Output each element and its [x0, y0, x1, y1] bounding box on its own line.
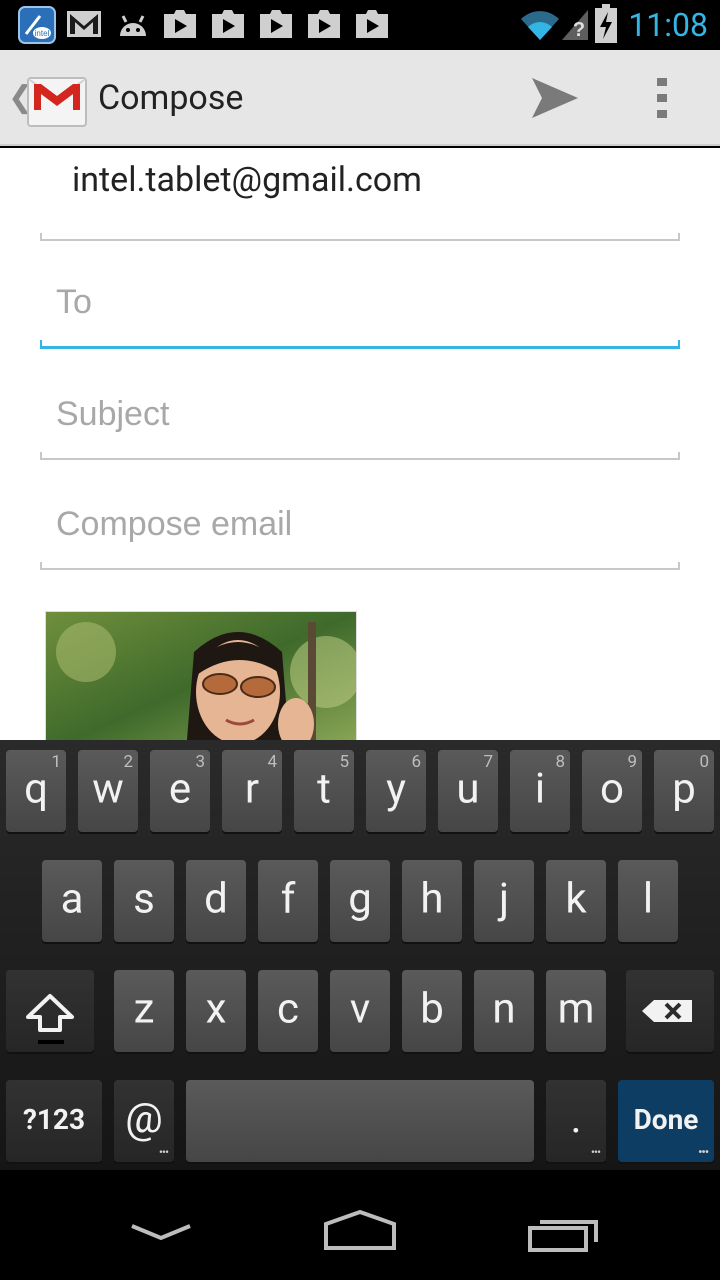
key-label: a	[60, 874, 84, 924]
key[interactable]: b	[402, 970, 462, 1052]
key[interactable]: r4	[222, 750, 282, 832]
action-bar: ❮ Compose	[0, 50, 720, 146]
play-store-icon	[164, 10, 196, 38]
space-key[interactable]	[186, 1080, 534, 1162]
navigation-bar	[0, 1170, 720, 1280]
status-time: 11:08	[628, 6, 708, 44]
photo-thumbnail	[46, 612, 356, 740]
key-hint: 9	[627, 752, 637, 772]
send-icon[interactable]	[520, 70, 590, 126]
key[interactable]: o9	[582, 750, 642, 832]
battery-charging-icon	[595, 4, 617, 43]
key-label: g	[348, 874, 372, 924]
key[interactable]: s	[114, 860, 174, 942]
backspace-key[interactable]	[626, 970, 714, 1052]
soft-keyboard: ?123 @ ••• . ••• Done ••• q1w2e3r4t5y6u7…	[0, 740, 720, 1170]
gmail-envelope-icon[interactable]	[26, 70, 88, 128]
key[interactable]: g	[330, 860, 390, 942]
key[interactable]: w2	[78, 750, 138, 832]
body-field[interactable]	[56, 500, 656, 548]
key-hint: 8	[555, 752, 565, 772]
key-label: k	[565, 874, 587, 924]
back-icon[interactable]	[126, 1216, 196, 1246]
key[interactable]: x	[186, 970, 246, 1052]
key-label: m	[557, 984, 595, 1034]
done-key[interactable]: Done •••	[618, 1080, 714, 1162]
at-key[interactable]: @ •••	[114, 1080, 174, 1162]
recents-icon[interactable]	[524, 1210, 604, 1256]
page-title: Compose	[98, 78, 244, 118]
android-icon	[120, 15, 146, 36]
play-store-icon	[212, 10, 244, 38]
shift-key[interactable]	[6, 970, 94, 1052]
key[interactable]: u7	[438, 750, 498, 832]
key-hint: 7	[483, 752, 493, 772]
backspace-icon	[642, 1000, 692, 1022]
key-label: f	[280, 874, 296, 924]
play-store-icon	[308, 10, 340, 38]
key[interactable]: n	[474, 970, 534, 1052]
key-label: l	[642, 874, 654, 924]
key-hint: 2	[123, 752, 133, 772]
photo-attachment[interactable]	[45, 611, 357, 740]
key-label: h	[420, 874, 444, 924]
to-field-underline	[40, 340, 680, 349]
subject-field-underline	[40, 452, 680, 460]
to-field[interactable]	[56, 278, 656, 326]
key-hint: 0	[699, 752, 709, 772]
play-store-icon	[356, 10, 388, 38]
key[interactable]: i8	[510, 750, 570, 832]
play-store-icon	[260, 10, 292, 38]
overflow-menu-icon[interactable]	[640, 70, 686, 126]
gmail-icon	[67, 11, 101, 37]
shift-icon	[26, 994, 74, 1044]
key-label: c	[277, 984, 299, 1034]
key[interactable]: d	[186, 860, 246, 942]
signal-unknown-icon: ?	[562, 10, 588, 41]
key-label: v	[349, 984, 371, 1034]
key-label: n	[492, 984, 516, 1034]
key-label: b	[420, 984, 444, 1034]
key-hint: 3	[195, 752, 205, 772]
key-hint: 5	[339, 752, 349, 772]
compose-form: intel.tablet@gmail.com	[0, 148, 720, 740]
key[interactable]: v	[330, 970, 390, 1052]
key-hint: 1	[51, 752, 61, 772]
home-icon[interactable]	[318, 1208, 402, 1254]
wifi-icon	[521, 11, 559, 40]
key[interactable]: a	[42, 860, 102, 942]
key[interactable]: m	[546, 970, 606, 1052]
intel-app-icon: intel	[18, 6, 56, 44]
key-label: z	[133, 984, 155, 1034]
key[interactable]: j	[474, 860, 534, 942]
key[interactable]: y6	[366, 750, 426, 832]
period-key[interactable]: . •••	[546, 1080, 606, 1162]
key[interactable]: h	[402, 860, 462, 942]
key[interactable]: f	[258, 860, 318, 942]
svg-text:?: ?	[573, 19, 585, 41]
key[interactable]: t5	[294, 750, 354, 832]
key[interactable]: l	[618, 860, 678, 942]
body-field-underline	[40, 562, 680, 570]
key[interactable]: e3	[150, 750, 210, 832]
key[interactable]: p0	[654, 750, 714, 832]
key-hint: 6	[411, 752, 421, 772]
status-bar: intel ? 11:08	[0, 0, 720, 50]
key[interactable]: c	[258, 970, 318, 1052]
subject-field[interactable]	[56, 390, 656, 438]
from-account[interactable]: intel.tablet@gmail.com	[72, 160, 422, 200]
key-hint: 4	[267, 752, 277, 772]
key-label: d	[204, 874, 228, 924]
key[interactable]: z	[114, 970, 174, 1052]
key[interactable]: q1	[6, 750, 66, 832]
svg-text:intel: intel	[35, 29, 50, 38]
key-label: s	[133, 874, 155, 924]
key-label: x	[205, 984, 227, 1034]
symbols-key[interactable]: ?123	[6, 1080, 102, 1162]
key[interactable]: k	[546, 860, 606, 942]
from-divider	[40, 233, 680, 241]
key-label: j	[498, 874, 510, 924]
